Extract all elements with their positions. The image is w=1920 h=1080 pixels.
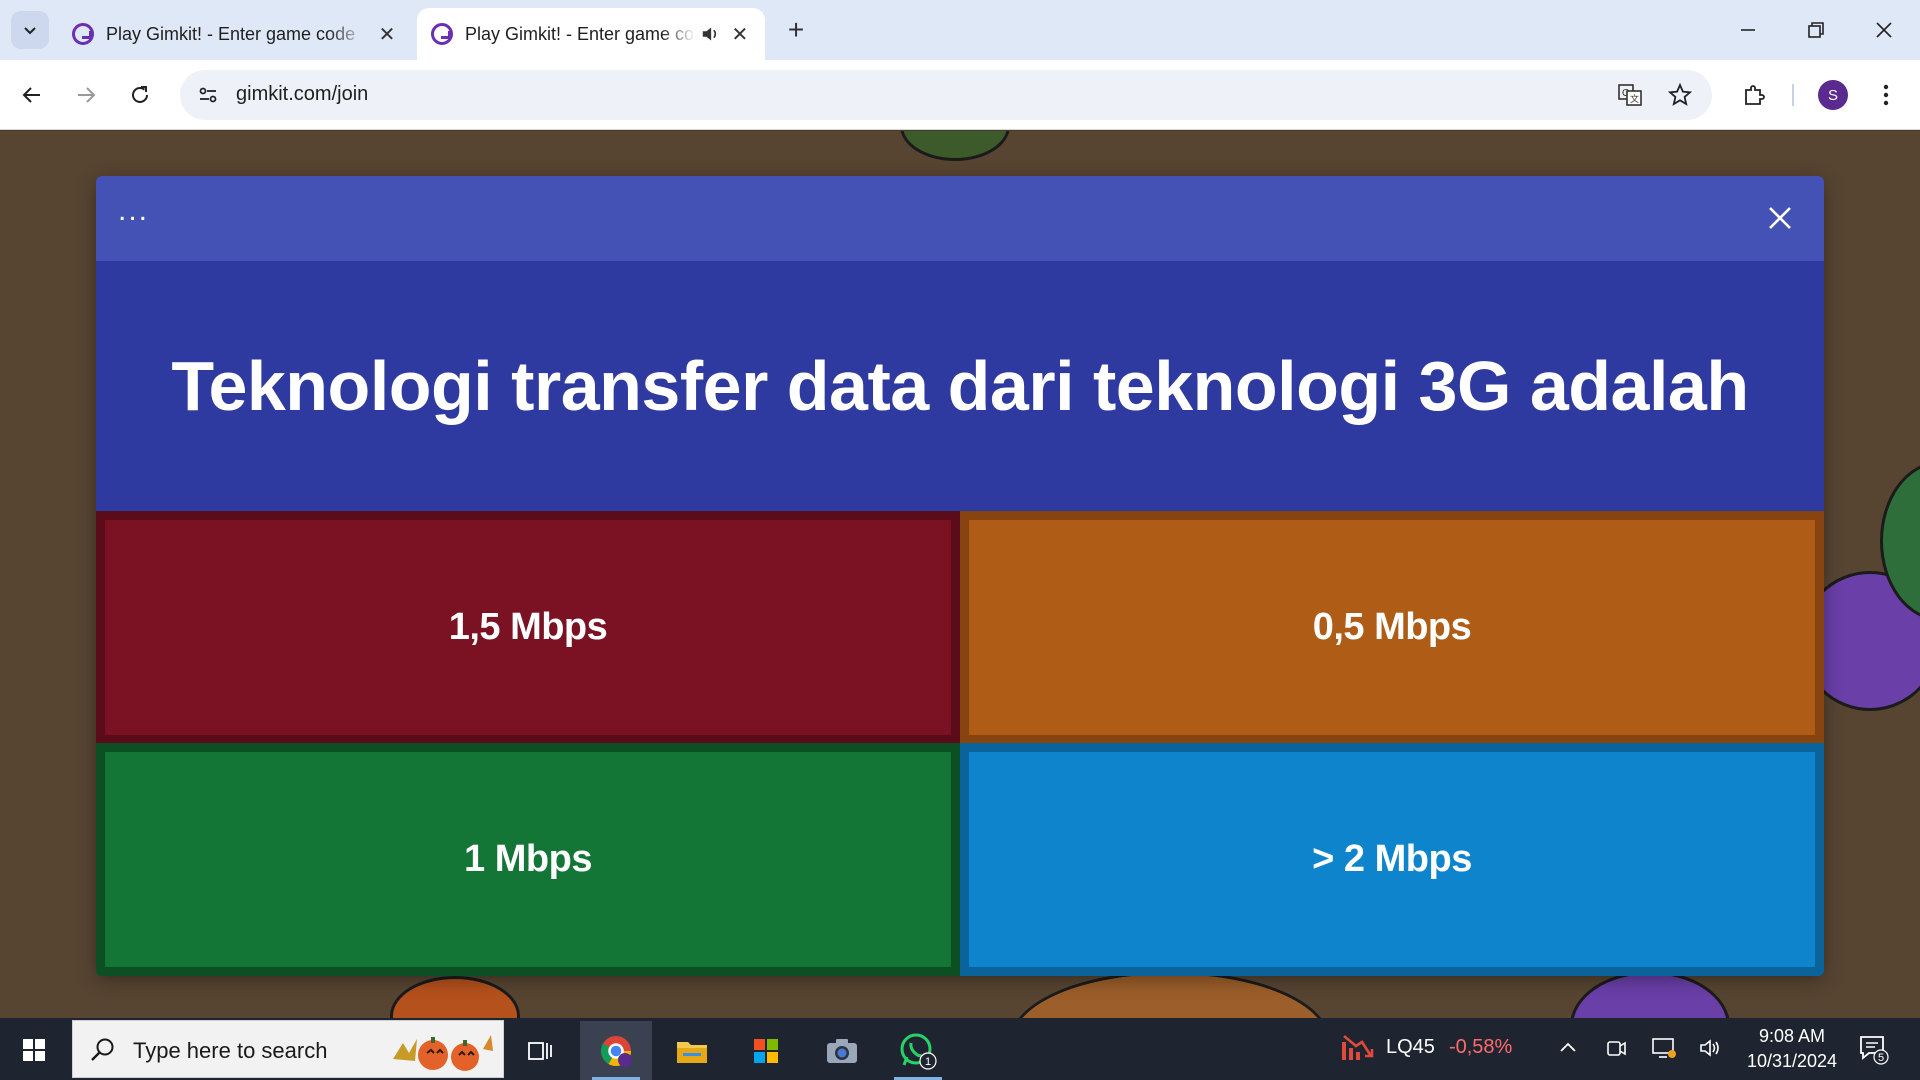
taskbar-file-explorer[interactable] [656, 1021, 728, 1080]
task-view-icon [528, 1041, 552, 1060]
store-icon [754, 1038, 778, 1063]
clock-date: 10/31/2024 [1746, 1051, 1838, 1071]
url-text[interactable]: gimkit.com/join [236, 83, 368, 106]
close-tab-icon[interactable]: ✕ [375, 22, 399, 46]
bookmark-star-icon[interactable] [1664, 79, 1696, 111]
character-sprite [900, 131, 1010, 161]
more-vertical-icon [1883, 84, 1889, 106]
chrome-icon [601, 1035, 632, 1067]
arrow-left-icon [22, 87, 40, 103]
restore-icon [1808, 22, 1824, 38]
forward-button[interactable] [66, 75, 106, 115]
tab-gimkit-1[interactable]: Play Gimkit! - Enter game code ✕ [58, 8, 413, 60]
close-window-button[interactable] [1864, 10, 1904, 50]
taskbar-microsoft-store[interactable] [730, 1021, 802, 1080]
speaker-icon[interactable] [700, 23, 720, 45]
tab-strip: Play Gimkit! - Enter game code ✕ Play Gi… [0, 0, 1920, 60]
restore-button[interactable] [1796, 10, 1836, 50]
profile-button[interactable]: S [1813, 75, 1853, 115]
character-sprite [1010, 971, 1330, 1018]
toolbar-divider [1792, 84, 1794, 106]
tab-title: Play Gimkit! - Enter game code [106, 23, 356, 44]
character-sprite [1570, 971, 1730, 1018]
close-modal-button[interactable] [1760, 198, 1800, 238]
folder-icon [677, 1041, 707, 1063]
more-options-button[interactable]: ... [118, 194, 149, 228]
search-placeholder: Type here to search [133, 1038, 328, 1063]
gimkit-favicon-icon [72, 23, 94, 45]
stock-change: -0,58% [1448, 1035, 1513, 1058]
halloween-pumpkin-icon [393, 1035, 493, 1071]
answer-grid: 1,5 Mbps 0,5 Mbps 1 Mbps > 2 Mbps [96, 511, 1824, 976]
show-hidden-icons-button[interactable] [1552, 1032, 1584, 1064]
minimize-button[interactable] [1728, 10, 1768, 50]
whatsapp-icon: 1 [900, 1033, 937, 1070]
close-icon [1769, 207, 1791, 229]
answer-label: 1 Mbps [464, 838, 592, 880]
chevron-down-icon [24, 27, 36, 35]
taskbar: Type here to search 1 LQ45 -0,58% 9:08 A… [0, 1018, 1920, 1080]
browser-menu-button[interactable] [1866, 75, 1906, 115]
close-icon [1876, 22, 1892, 38]
camera-icon [827, 1038, 857, 1063]
chevron-up-icon [1560, 1042, 1576, 1052]
svg-text:文: 文 [1630, 93, 1639, 104]
meet-now-icon[interactable] [1600, 1032, 1632, 1064]
stock-name: LQ45 [1386, 1035, 1435, 1058]
taskbar-camera[interactable] [806, 1021, 878, 1080]
volume-icon[interactable] [1694, 1032, 1726, 1064]
whatsapp-badge: 1 [925, 1056, 931, 1068]
answer-option-b[interactable]: 0,5 Mbps [960, 511, 1824, 744]
close-tab-icon[interactable]: ✕ [729, 22, 751, 46]
gimkit-favicon-icon [431, 23, 453, 45]
answer-option-c[interactable]: 1 Mbps [96, 743, 960, 976]
answer-option-d[interactable]: > 2 Mbps [960, 743, 1824, 976]
search-icon [91, 1038, 114, 1061]
back-button[interactable] [12, 75, 52, 115]
avatar: S [1818, 80, 1848, 110]
reload-icon [132, 86, 148, 103]
modal-header: ... [96, 176, 1824, 261]
tab-search-button[interactable] [11, 11, 49, 49]
address-bar[interactable]: gimkit.com/join G文 [180, 70, 1712, 120]
start-button[interactable] [14, 1030, 54, 1070]
taskbar-search-box[interactable]: Type here to search [72, 1020, 504, 1078]
extensions-button[interactable] [1734, 75, 1774, 115]
taskbar-chrome[interactable] [580, 1021, 652, 1080]
reload-button[interactable] [120, 75, 160, 115]
tab-title: Play Gimkit! - Enter game code [465, 23, 697, 44]
answer-label: > 2 Mbps [1312, 838, 1472, 880]
stock-widget[interactable]: LQ45 -0,58% [1340, 1032, 1512, 1062]
task-view-button[interactable] [504, 1021, 576, 1080]
answer-label: 0,5 Mbps [1312, 606, 1472, 648]
system-clock[interactable]: 9:08 AM 10/31/2024 [1736, 1024, 1848, 1074]
tab-gimkit-2[interactable]: Play Gimkit! - Enter game code ✕ [417, 8, 765, 60]
stock-down-icon [1342, 1035, 1374, 1060]
puzzle-icon [1745, 85, 1765, 105]
minimize-icon [1741, 29, 1755, 31]
translate-icon[interactable]: G文 [1614, 79, 1646, 111]
arrow-right-icon [78, 87, 96, 103]
character-sprite [390, 976, 520, 1018]
answer-label: 1,5 Mbps [448, 606, 608, 648]
question-text: Teknologi transfer data dari teknologi 3… [171, 347, 1749, 425]
new-tab-button[interactable]: + [780, 14, 812, 46]
site-info-icon[interactable] [192, 79, 224, 111]
windows-logo-icon [23, 1039, 45, 1061]
notification-count: 5 [1878, 1052, 1884, 1064]
answer-option-a[interactable]: 1,5 Mbps [96, 511, 960, 744]
browser-toolbar: gimkit.com/join G文 S [0, 60, 1920, 130]
question-modal: ... Teknologi transfer data dari teknolo… [96, 176, 1824, 976]
network-icon[interactable] [1648, 1032, 1680, 1064]
taskbar-whatsapp[interactable]: 1 [882, 1021, 954, 1080]
notification-center-button[interactable]: 5 [1857, 1032, 1891, 1066]
clock-time: 9:08 AM [1758, 1026, 1826, 1046]
notification-icon: 5 [1860, 1036, 1889, 1065]
